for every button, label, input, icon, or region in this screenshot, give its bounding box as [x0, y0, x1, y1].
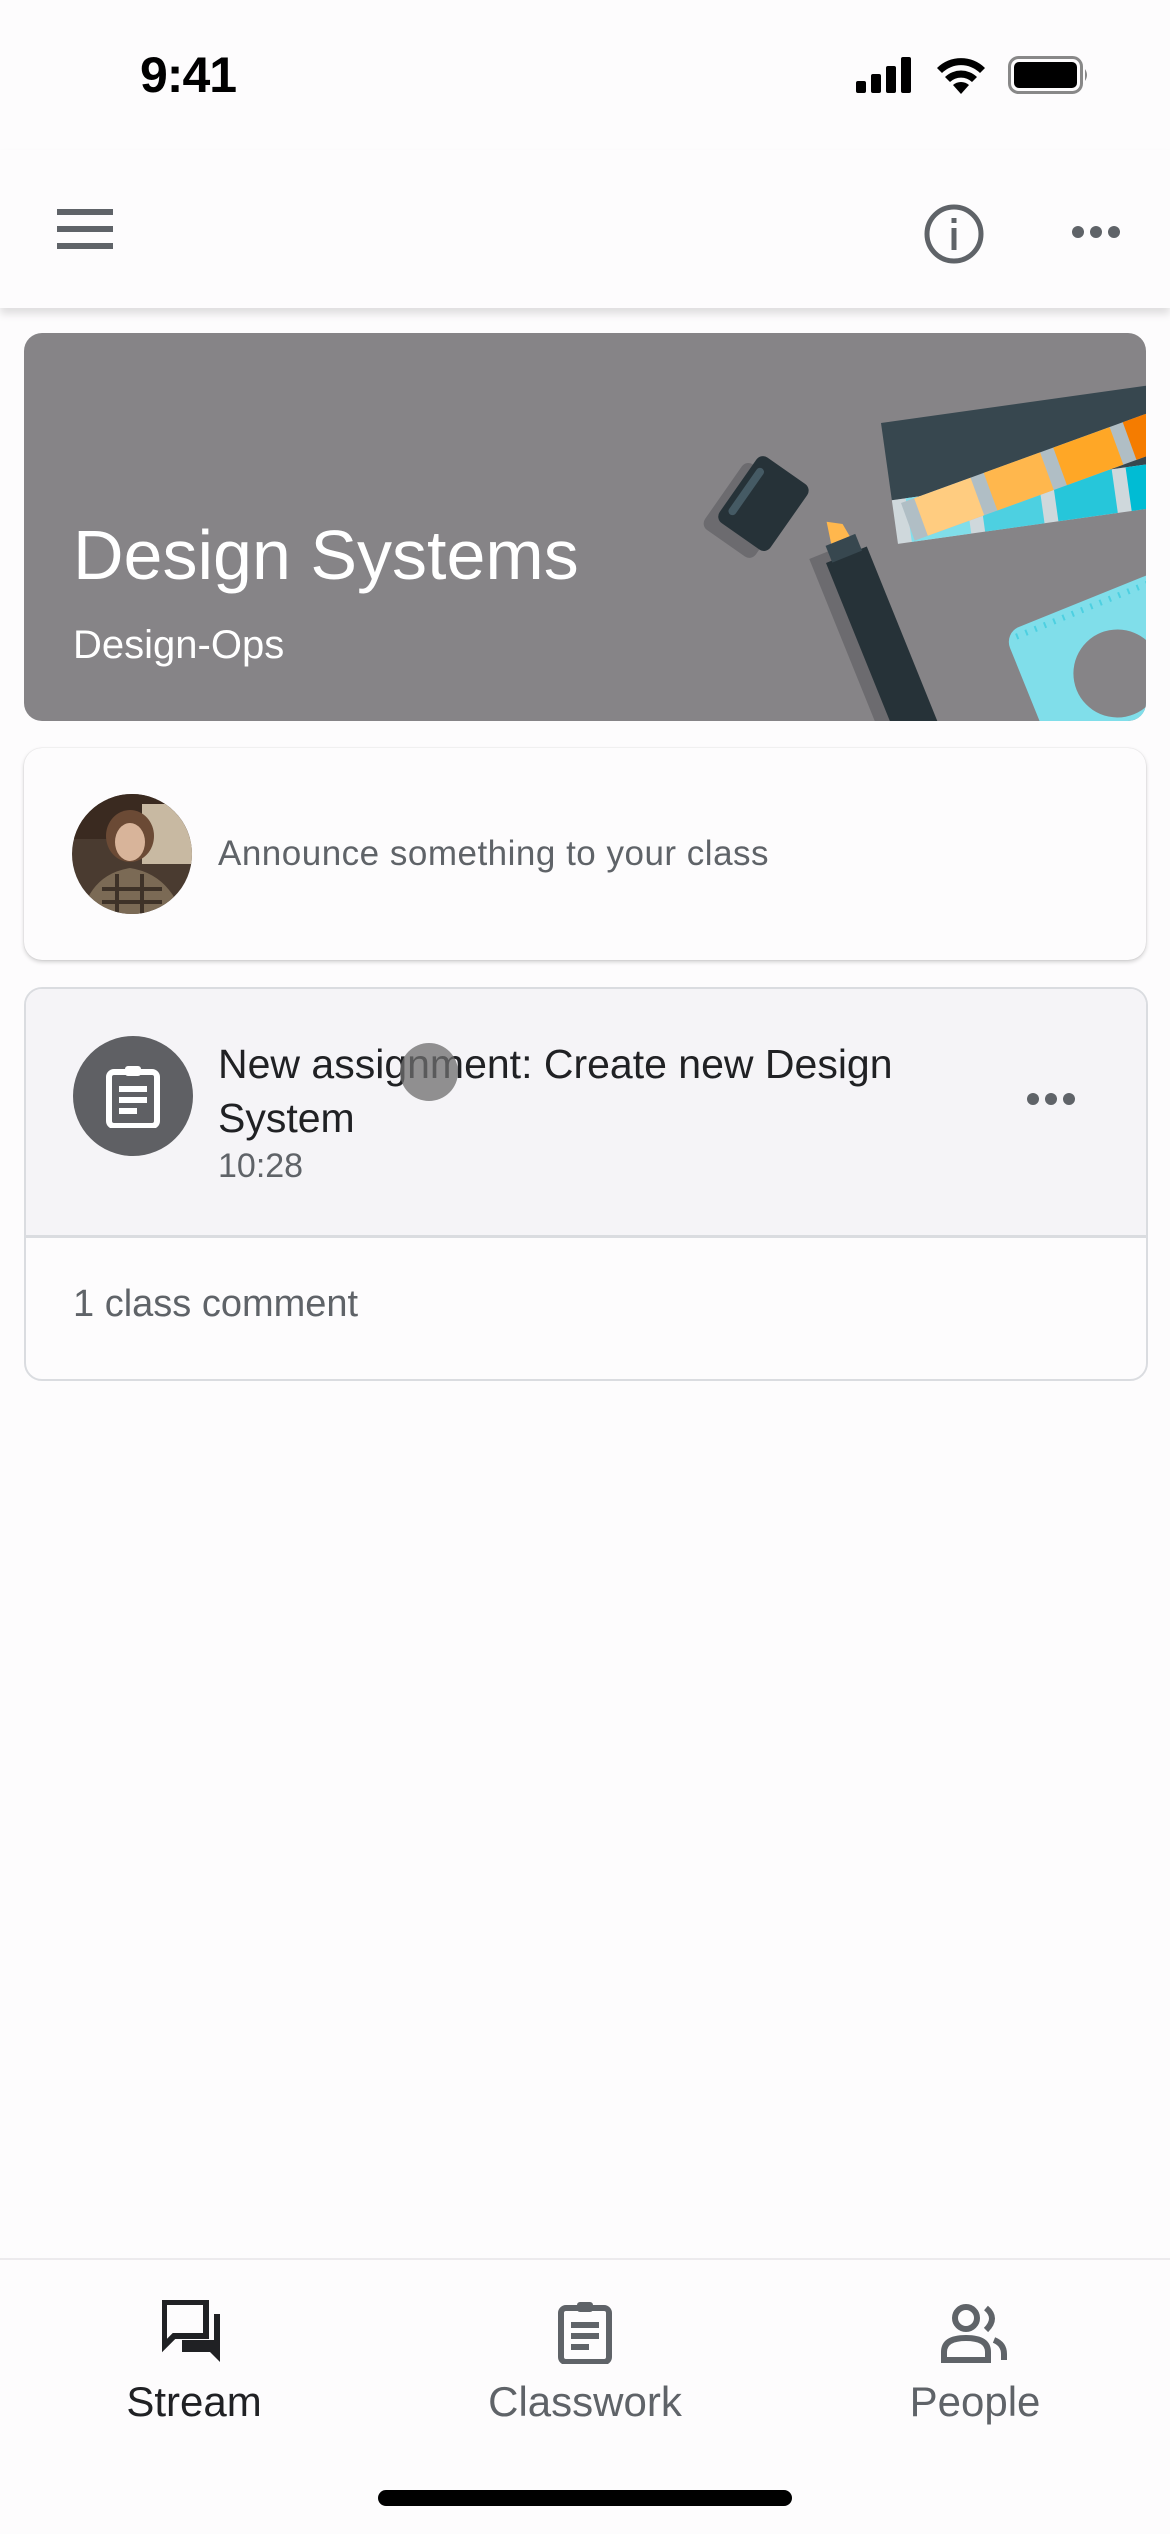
post-more-button[interactable] — [1016, 1079, 1086, 1119]
tab-people-label: People — [909, 2378, 1041, 2425]
post-time: 10:28 — [218, 1147, 304, 1185]
status-icons — [856, 56, 1090, 94]
class-info-button[interactable] — [912, 192, 996, 276]
home-indicator[interactable] — [378, 2490, 792, 2506]
more-options-button[interactable] — [1060, 202, 1132, 262]
announce-input[interactable]: Announce something to your class — [24, 748, 1146, 960]
tab-stream[interactable]: Stream — [64, 2300, 324, 2426]
post-header[interactable]: New assignment: Create new Design System… — [26, 989, 1146, 1238]
app-bar — [0, 150, 1170, 308]
wifi-icon — [937, 58, 985, 94]
tab-stream-label: Stream — [126, 2378, 262, 2425]
post-icon-badge — [73, 1036, 193, 1156]
people-icon — [941, 2304, 1007, 2363]
tab-people[interactable]: People — [845, 2300, 1105, 2426]
touch-indicator — [400, 1043, 458, 1101]
class-banner[interactable]: Design Systems Design-Ops — [24, 333, 1146, 721]
more-horizontal-icon — [1072, 226, 1120, 238]
assignment-clipboard-icon — [106, 1066, 160, 1128]
status-bar: 9:41 — [0, 0, 1170, 150]
hamburger-menu-icon — [57, 209, 113, 249]
cellular-signal-icon — [856, 57, 911, 93]
banner-illustration — [703, 381, 1146, 721]
tab-classwork[interactable]: Classwork — [455, 2300, 715, 2426]
status-time: 9:41 — [140, 47, 237, 103]
avatar — [72, 794, 192, 914]
info-icon — [924, 204, 984, 264]
announce-placeholder: Announce something to your class — [218, 834, 770, 873]
classwork-clipboard-icon — [558, 2302, 612, 2364]
stream-post: New assignment: Create new Design System… — [24, 987, 1148, 1381]
post-title: New assignment: Create new Design System — [218, 1041, 893, 1141]
class-title: Design Systems — [73, 516, 579, 594]
more-horizontal-icon — [1027, 1093, 1075, 1105]
class-section: Design-Ops — [73, 623, 285, 667]
tab-classwork-label: Classwork — [488, 2378, 682, 2425]
stream-chat-icon — [162, 2300, 220, 2362]
class-comments-link[interactable]: 1 class comment — [73, 1283, 358, 1326]
battery-icon — [1008, 56, 1087, 94]
menu-button[interactable] — [40, 194, 130, 264]
